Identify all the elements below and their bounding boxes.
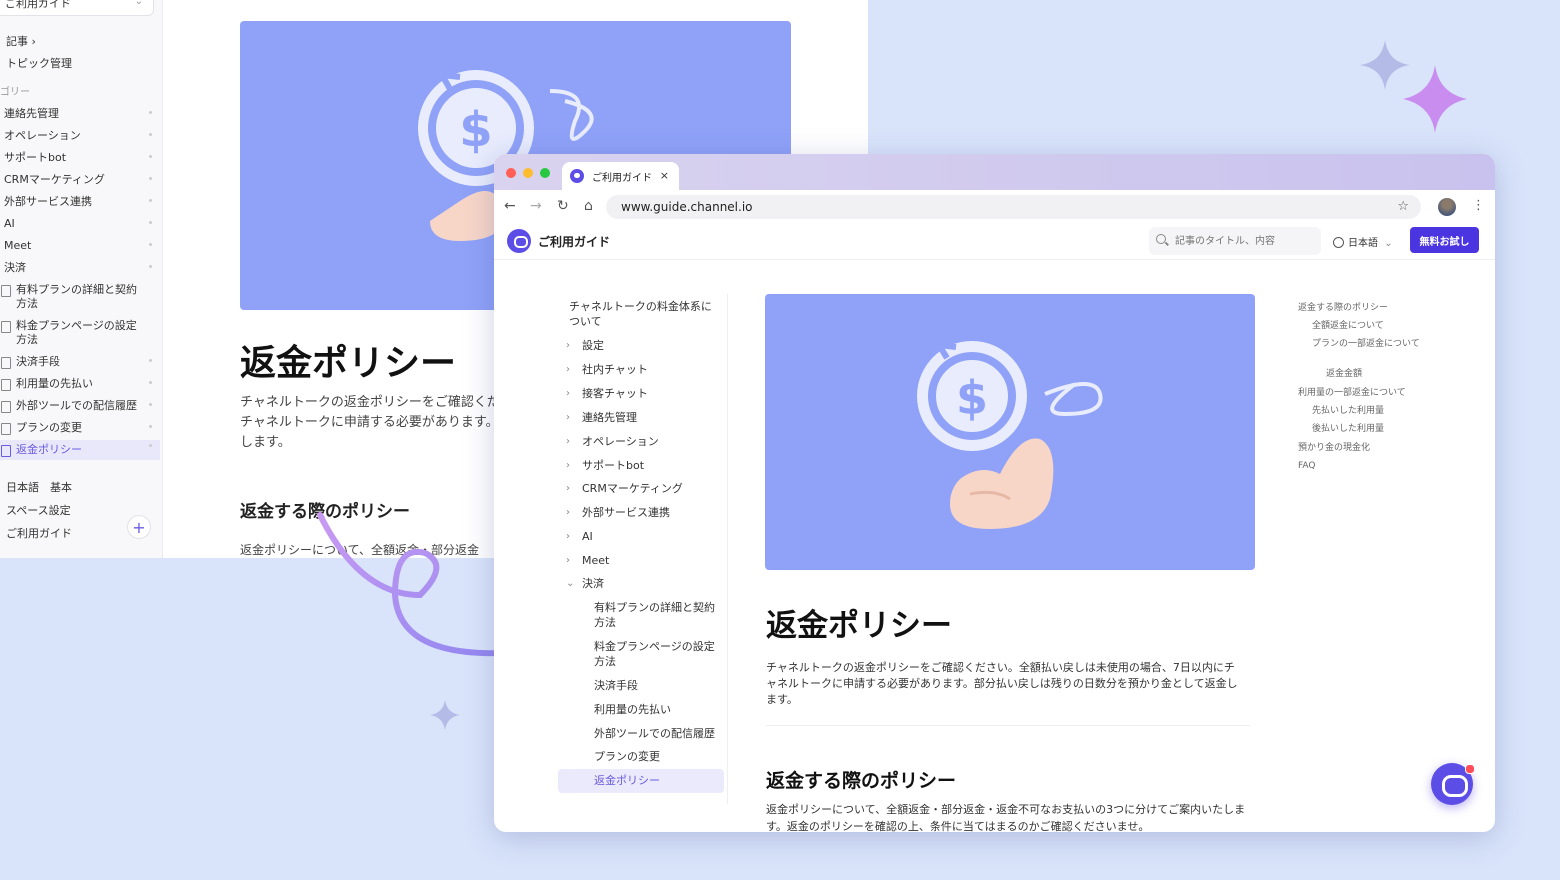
space-settings-link[interactable]: スペース設定 [6,502,71,518]
toc-item[interactable]: 先払いした利用量 [1312,405,1384,417]
chevron-down-icon: ⌄ [566,578,575,589]
toc-item[interactable]: 預かり金の現金化 [1298,442,1370,454]
nav-sub-item[interactable]: 利用量の先払い [594,702,724,717]
divider [766,725,1250,726]
chevron-right-icon: › [566,483,570,494]
sidebar-category[interactable]: Meet [0,239,160,253]
sidebar-doc[interactable]: プランの変更 [0,421,160,435]
chevron-right-icon: › [566,507,570,518]
close-window-button[interactable] [506,168,516,178]
chevron-right-icon: › [566,364,570,375]
sparkle-small-icon [430,700,460,730]
space-select[interactable]: ご利用ガイド ⌄ [0,0,154,16]
url-text: www.guide.channel.io [621,200,753,214]
hero-illustration: $ [765,294,1255,570]
toc-item[interactable]: 全額返金について [1312,320,1384,332]
toc-item[interactable]: プランの一部返金について [1312,338,1424,350]
forward-icon[interactable]: → [530,198,542,214]
nav-item-pricing-intro[interactable]: チャネルトークの料金体系について [569,299,719,329]
channel-logo-icon[interactable] [507,229,531,253]
svg-text:$: $ [459,102,492,158]
space-select-label: ご利用ガイド [5,0,71,10]
sidebar-link-articles[interactable]: 記事 › [6,33,36,49]
bookmark-star-icon[interactable]: ☆ [1397,195,1409,219]
sidebar-section-label: ゴリー [0,87,30,98]
tab-close-icon[interactable]: × [660,169,669,182]
language-row[interactable]: 日本語 基本 [6,479,72,495]
chevron-right-icon: › [566,388,570,399]
article-title: 返金ポリシー [766,608,952,644]
site-header: ご利用ガイド 日本語 ⌄ 無料お試し [494,224,1495,260]
profile-avatar[interactable] [1438,198,1456,216]
sidebar-link-topics[interactable]: トピック管理 [6,55,72,71]
sidebar-doc[interactable]: 外部ツールでの配信履歴 [0,399,160,413]
nav-sub-item[interactable]: 料金プランページの設定方法 [594,639,724,669]
chevron-right-icon: › [566,412,570,423]
sidebar-category[interactable]: 決済 [0,261,160,275]
site-name[interactable]: ご利用ガイド [538,233,610,250]
editor-sidebar: ご利用ガイド ⌄ 記事 › トピック管理 ゴリー 連絡先管理 オペレーション サ… [0,0,163,558]
free-trial-button[interactable]: 無料お試し [1410,227,1479,253]
toc-item[interactable]: 利用量の一部返金について [1298,387,1406,399]
browser-window: ご利用ガイド × ← → ↻ ⌂ www.guide.channel.io ☆ … [494,154,1495,832]
nav-divider [727,294,728,804]
chevron-down-icon: ⌄ [134,0,143,7]
address-bar-row: ← → ↻ ⌂ www.guide.channel.io ☆ ⋮ [494,190,1495,224]
chevron-down-icon: ⌄ [1384,238,1393,249]
nav-sub-item[interactable]: プランの変更 [594,749,724,764]
svg-text:$: $ [956,371,988,425]
back-icon[interactable]: ← [504,198,516,214]
maximize-window-button[interactable] [540,168,550,178]
article-search-input[interactable] [1149,227,1321,255]
more-menu-icon[interactable]: ⋮ [1472,198,1485,213]
guide-link[interactable]: ご利用ガイド [6,525,72,541]
nav-sub-item[interactable]: 有料プランの詳細と契約方法 [594,600,724,630]
toc-item[interactable]: FAQ [1298,460,1315,472]
chevron-right-icon: › [566,555,570,566]
sidebar-doc[interactable]: 利用量の先払い [0,377,160,391]
sidebar-category[interactable]: 外部サービス連携 [0,195,160,209]
chevron-right-icon: › [566,531,570,542]
home-icon[interactable]: ⌂ [584,198,593,214]
url-input[interactable]: www.guide.channel.io ☆ [606,195,1421,219]
sidebar-category[interactable]: CRMマーケティング [0,173,160,187]
chevron-right-icon: › [566,436,570,447]
nav-sub-item[interactable]: 外部ツールでの配信履歴 [594,726,724,741]
sidebar-doc[interactable]: 料金プランページの設定方法 [0,319,140,347]
reload-icon[interactable]: ↻ [557,198,569,214]
toc-item[interactable]: 後払いした利用量 [1312,423,1384,435]
toc-item[interactable]: 返金金額 [1326,368,1362,380]
sidebar-doc-active[interactable]: 返金ポリシー [0,440,160,460]
bg-article-desc: チャネルトークの返金ポリシーをご確認くだ チャネルトークに申請する必要があります… [240,395,500,450]
article-description: チャネルトークの返金ポリシーをご確認ください。全額払い戻しは未使用の場合、7日以… [766,661,1238,706]
sparkle-icon [1360,40,1467,133]
sidebar-category[interactable]: サポートbot [0,151,160,165]
add-button[interactable]: + [127,515,151,539]
minimize-window-button[interactable] [523,168,533,178]
chevron-right-icon: › [566,460,570,471]
bg-article-title: 返金ポリシー [240,343,457,384]
globe-icon [1333,237,1344,248]
sidebar-doc[interactable]: 決済手段 [0,355,160,369]
language-select[interactable]: 日本語 ⌄ [1333,234,1393,249]
article-body: 返金ポリシーについて、全額返金・部分返金・返金不可なお支払いの3つに分けてご案内… [766,803,1246,832]
nav-sub-item[interactable]: 決済手段 [594,678,724,693]
sidebar-category[interactable]: オペレーション [0,129,160,143]
refund-coin-illustration: $ [917,341,1103,529]
sidebar-category[interactable]: 連絡先管理 [0,107,160,121]
toc-item[interactable]: 返金する際のポリシー [1298,302,1388,314]
tab-title: ご利用ガイド [592,172,652,184]
channel-logo-icon [570,169,584,183]
tab-strip: ご利用ガイド × [494,154,1495,190]
article-heading: 返金する際のポリシー [766,770,957,792]
search-icon [1156,234,1166,244]
language-label: 日本語 [1348,238,1378,249]
sidebar-category[interactable]: AI [0,217,160,231]
chevron-right-icon: › [566,340,570,351]
sidebar-doc[interactable]: 有料プランの詳細と契約方法 [0,283,140,311]
chat-launcher-button[interactable] [1431,763,1475,805]
nav-sub-item-active[interactable]: 返金ポリシー [558,769,724,793]
browser-tab[interactable]: ご利用ガイド × [562,162,679,190]
